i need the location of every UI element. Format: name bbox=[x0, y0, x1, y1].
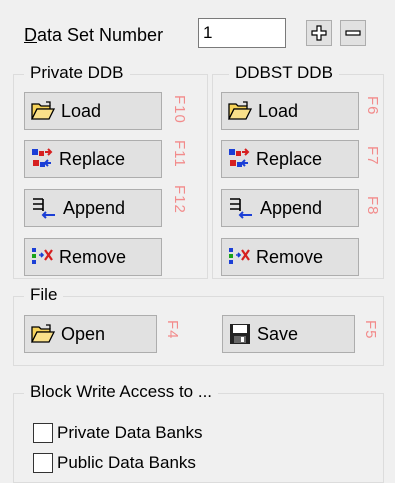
save-label: Save bbox=[257, 323, 299, 344]
ddbst-remove-label: Remove bbox=[256, 246, 324, 267]
replace-arrows-icon bbox=[229, 148, 250, 167]
folder-open-icon bbox=[228, 101, 252, 120]
ddbst-append-hotkey: F8 bbox=[364, 196, 381, 216]
private-data-banks-checkbox[interactable] bbox=[33, 423, 53, 443]
open-hotkey: F4 bbox=[164, 320, 181, 340]
private-replace-hotkey: F11 bbox=[171, 140, 188, 168]
ddbst-append-label: Append bbox=[260, 197, 323, 218]
ddbst-remove-button[interactable]: Remove bbox=[221, 238, 359, 276]
ddbst-load-hotkey: F6 bbox=[364, 96, 381, 116]
private-load-label: Load bbox=[61, 100, 102, 121]
save-hotkey: F5 bbox=[362, 320, 379, 340]
open-button[interactable]: Open bbox=[24, 315, 157, 353]
ddbst-load-button[interactable]: Load bbox=[221, 92, 359, 130]
plus-icon bbox=[311, 25, 327, 41]
folder-open-icon bbox=[31, 324, 55, 343]
public-data-banks-checkbox[interactable] bbox=[33, 453, 53, 473]
private-replace-button[interactable]: Replace bbox=[24, 140, 162, 178]
private-ddb-title: Private DDB bbox=[24, 63, 130, 83]
remove-icon bbox=[229, 248, 250, 264]
append-icon bbox=[33, 198, 55, 219]
open-label: Open bbox=[61, 323, 106, 344]
dataset-number-label: Data Set Number bbox=[24, 25, 163, 46]
dataset-label-text: ata Set Number bbox=[37, 25, 164, 45]
remove-dataset-button[interactable] bbox=[340, 20, 366, 46]
public-data-banks-checkbox-row[interactable]: Public Data Banks bbox=[33, 453, 196, 473]
minus-icon bbox=[345, 30, 361, 36]
private-remove-label: Remove bbox=[59, 246, 127, 267]
ddbst-load-label: Load bbox=[258, 100, 299, 121]
floppy-disk-icon bbox=[230, 324, 250, 344]
save-button[interactable]: Save bbox=[222, 315, 355, 353]
public-data-banks-label: Public Data Banks bbox=[57, 453, 196, 472]
private-append-hotkey: F12 bbox=[171, 185, 188, 214]
remove-icon bbox=[32, 248, 53, 264]
block-write-title: Block Write Access to ... bbox=[24, 382, 219, 402]
dataset-label-mnemonic: D bbox=[24, 25, 37, 45]
folder-open-icon bbox=[31, 101, 55, 120]
ddbst-ddb-title: DDBST DDB bbox=[229, 63, 339, 83]
dataset-number-input[interactable] bbox=[198, 18, 286, 48]
ddbst-replace-hotkey: F7 bbox=[364, 146, 381, 166]
private-load-hotkey: F10 bbox=[171, 95, 188, 124]
private-load-button[interactable]: Load bbox=[24, 92, 162, 130]
ddbst-replace-button[interactable]: Replace bbox=[221, 140, 359, 178]
private-append-button[interactable]: Append bbox=[24, 189, 162, 227]
ddbst-replace-label: Replace bbox=[256, 148, 323, 169]
private-remove-button[interactable]: Remove bbox=[24, 238, 162, 276]
private-data-banks-label: Private Data Banks bbox=[57, 423, 203, 442]
private-append-label: Append bbox=[63, 197, 126, 218]
add-dataset-button[interactable] bbox=[306, 20, 332, 46]
file-title: File bbox=[24, 285, 64, 305]
ddbst-append-button[interactable]: Append bbox=[221, 189, 359, 227]
append-icon bbox=[230, 198, 252, 219]
private-data-banks-checkbox-row[interactable]: Private Data Banks bbox=[33, 423, 203, 443]
private-replace-label: Replace bbox=[59, 148, 126, 169]
replace-arrows-icon bbox=[32, 148, 53, 167]
